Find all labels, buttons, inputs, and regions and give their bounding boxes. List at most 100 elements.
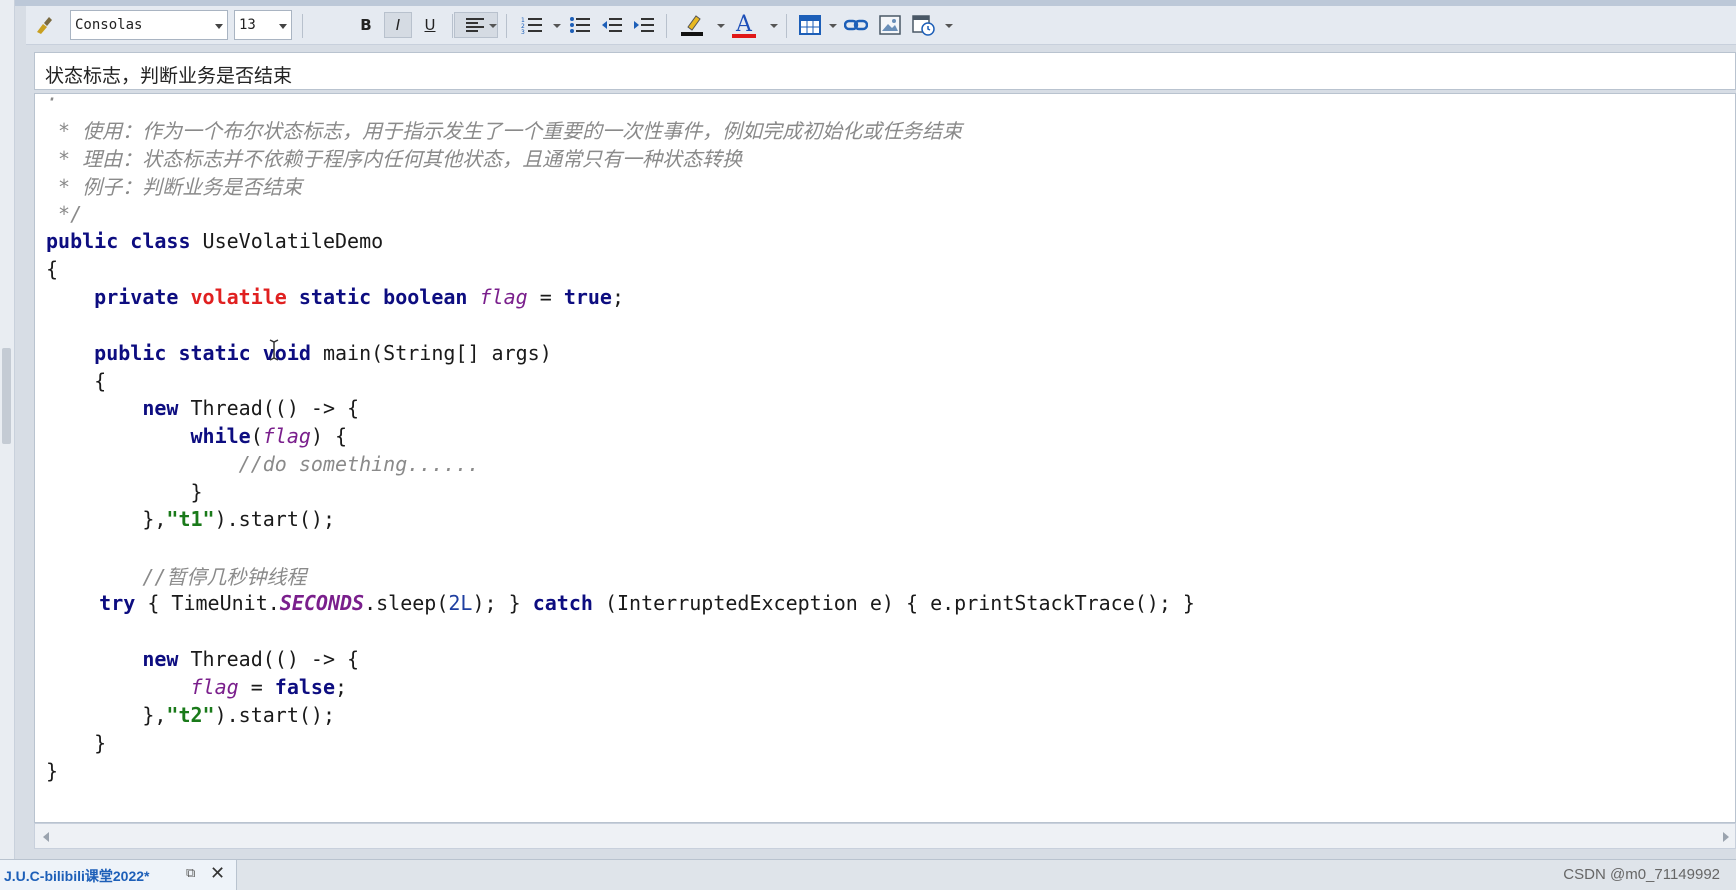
chevron-down-icon	[489, 24, 497, 28]
toolbar-divider	[786, 14, 787, 38]
operator: =	[527, 285, 564, 309]
underline-button[interactable]: U	[416, 12, 444, 38]
keyword: catch	[532, 591, 593, 615]
code-line: * 例子：判断业务是否结束	[46, 175, 303, 199]
insert-table-button[interactable]	[796, 12, 824, 38]
punctuation: },	[46, 507, 167, 531]
float-window-icon[interactable]: ⧉	[186, 866, 195, 881]
code-text: ).start();	[214, 703, 336, 727]
static-constant: SECONDS	[279, 591, 365, 615]
code-line: public static void main(String[] args)	[46, 340, 552, 366]
italic-button[interactable]: I	[384, 12, 412, 38]
insert-link-button[interactable]	[842, 12, 870, 38]
punctuation: ;	[611, 285, 625, 309]
numbered-list-button[interactable]: 123	[518, 12, 546, 38]
code-line: }	[46, 759, 59, 783]
text-cursor-icon	[269, 339, 279, 361]
code-text: .sleep(	[364, 591, 449, 615]
field-name: flag	[190, 675, 239, 699]
code-line: * 理由：状态标志并不依赖于程序内任何其他状态，且通常只有一种状态转换	[46, 147, 743, 171]
chevron-down-icon	[717, 24, 725, 28]
font-color-swatch	[732, 34, 756, 38]
keyword: public class	[46, 229, 191, 253]
code-line: }	[46, 480, 203, 504]
field-name: flag	[479, 285, 528, 309]
code-text: (InterruptedException e) { e.printStackT…	[592, 591, 1195, 615]
decrease-indent-button[interactable]	[598, 12, 626, 38]
note-title-field[interactable]: 状态标志，判断业务是否结束	[34, 52, 1736, 90]
bold-label: B	[360, 16, 372, 34]
toolbar-divider	[302, 14, 303, 38]
note-title-text: 状态标志，判断业务是否结束	[45, 65, 293, 87]
chevron-down-icon	[215, 24, 223, 29]
link-icon	[844, 19, 868, 31]
operator: =	[238, 675, 275, 699]
status-bar: J.U.C-bilibili课堂2022* ⧉ ✕ CSDN @m0_71149…	[0, 859, 1736, 890]
image-icon	[879, 15, 901, 35]
font-family-select[interactable]: Consolas	[70, 10, 228, 40]
insert-datetime-button[interactable]	[910, 12, 938, 38]
tab-label: J.U.C-bilibili课堂2022*	[4, 868, 150, 884]
code-editor[interactable]: · * 使用：作为一个布尔状态标志，用于指示发生了一个重要的一次性事件，例如完成…	[34, 93, 1736, 823]
method-signature: main(String[] args)	[310, 341, 552, 365]
code-line: private volatile static boolean flag = t…	[46, 284, 624, 310]
font-family-value: Consolas	[75, 17, 143, 33]
calendar-clock-icon	[912, 15, 935, 36]
code-text: { TimeUnit.	[135, 591, 280, 615]
bold-button[interactable]: B	[352, 12, 380, 38]
code-line: }	[46, 731, 107, 755]
close-icon[interactable]: ✕	[210, 863, 225, 884]
scroll-left-icon[interactable]	[43, 832, 49, 842]
underline-label: U	[424, 16, 436, 34]
toolbar-divider	[666, 14, 667, 38]
code-text: ).start();	[214, 507, 336, 531]
volatile-keyword: volatile	[190, 285, 287, 309]
keyword: true	[563, 285, 612, 309]
code-line: */	[46, 202, 83, 226]
code-line: {	[46, 257, 59, 281]
clear-format-brush-icon[interactable]	[30, 12, 58, 38]
font-color-button[interactable]: A	[730, 12, 758, 38]
code-text: ); }	[472, 591, 533, 615]
font-size-value: 13	[239, 17, 256, 33]
align-left-icon	[466, 18, 484, 32]
table-icon	[799, 15, 821, 35]
outdent-icon	[602, 18, 622, 32]
code-line: while(flag) {	[46, 423, 348, 449]
keyword: new	[142, 647, 179, 671]
toolbar-divider	[452, 14, 453, 38]
punctuation: ;	[335, 675, 348, 699]
chevron-down-icon	[279, 24, 287, 29]
code-line: },"t2").start();	[46, 702, 335, 728]
code-text: Thread(() -> {	[178, 647, 360, 671]
code-line: flag = false;	[46, 674, 348, 700]
punctuation: ) {	[310, 424, 348, 448]
scroll-right-icon[interactable]	[1723, 832, 1729, 842]
field-name: flag	[262, 424, 311, 448]
increase-indent-button[interactable]	[630, 12, 658, 38]
keyword: private	[94, 285, 179, 309]
class-name: UseVolatileDemo	[190, 229, 384, 253]
font-size-select[interactable]: 13	[234, 10, 292, 40]
chevron-down-icon	[829, 24, 837, 28]
code-line: //暂停几秒钟线程	[46, 565, 307, 589]
code-line: },"t1").start();	[46, 506, 335, 532]
document-tab[interactable]: J.U.C-bilibili课堂2022* ⧉ ✕	[0, 860, 237, 890]
horizontal-scrollbar[interactable]	[34, 823, 1736, 849]
keyword: new	[142, 396, 179, 420]
left-gutter	[0, 0, 15, 859]
highlight-color-button[interactable]	[678, 12, 706, 38]
font-color-label: A	[736, 12, 752, 37]
number-literal: 2L	[448, 591, 473, 615]
code-line: public class UseVolatileDemo	[46, 228, 383, 254]
bullet-list-button[interactable]	[566, 12, 594, 38]
format-toolbar: Consolas 13 B I U 123 A	[26, 6, 1736, 45]
left-scroll-thumb[interactable]	[2, 348, 11, 444]
insert-image-button[interactable]	[876, 12, 904, 38]
